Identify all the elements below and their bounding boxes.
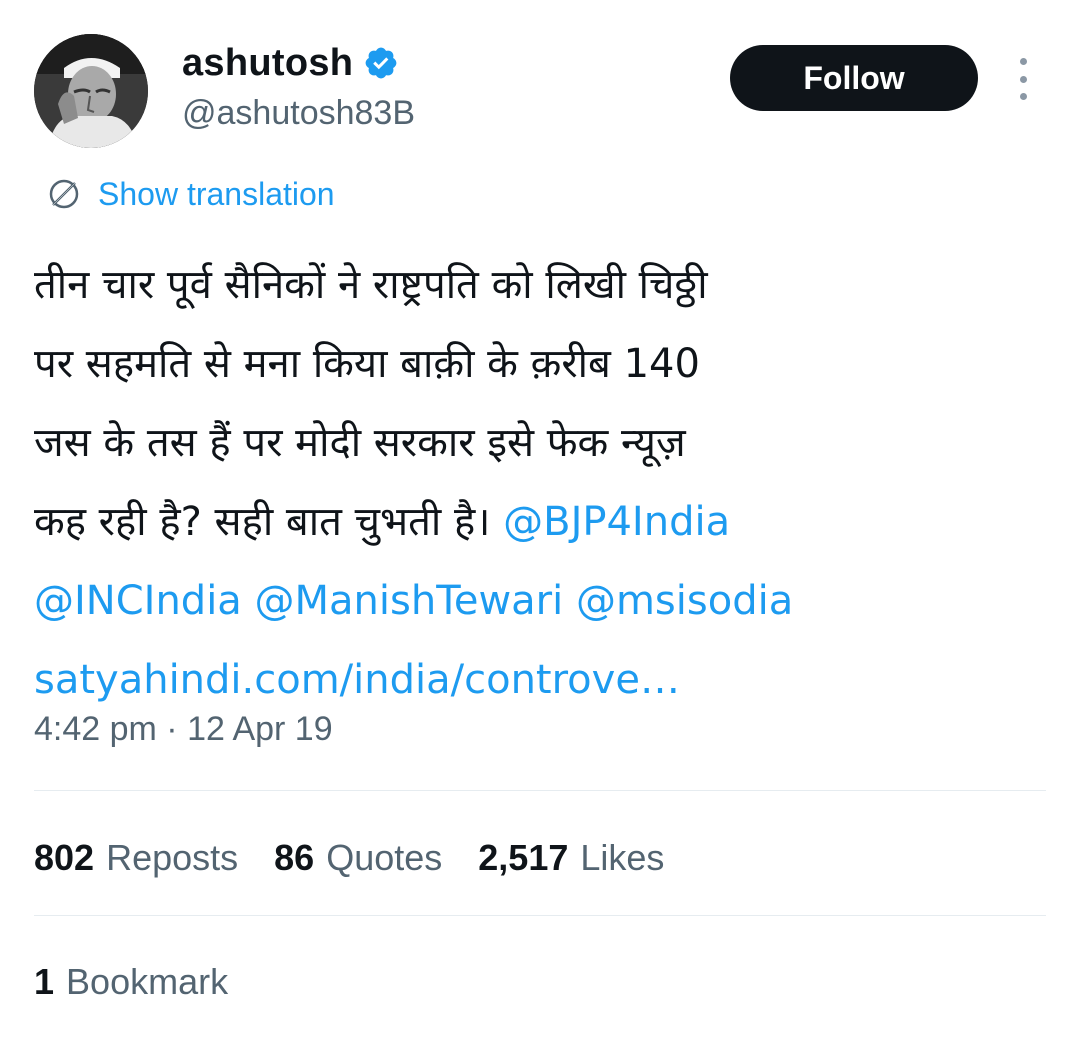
tweet-line: जस के तस हैं पर मोदी सरकार इसे फेक न्यूज… (34, 420, 686, 466)
more-options-icon[interactable] (1008, 58, 1038, 100)
bookmarks-label: Bookmark (66, 961, 229, 1002)
tweet-text: तीन चार पूर्व सैनिकों ने राष्ट्रपति को ल… (34, 246, 1044, 720)
follow-button[interactable]: Follow (730, 45, 978, 111)
tweet-line: पर सहमति से मना किया बाक़ी के क़रीब 140 (34, 341, 700, 387)
avatar[interactable] (34, 34, 148, 148)
tweet-header: ashutosh @ashutosh83B Follow (0, 0, 1080, 160)
mentions-line: @INCIndia @ManishTewari @msisodia (34, 562, 1044, 641)
author-name-row: ashutosh (182, 38, 399, 88)
link-line: satyahindi.com/india/controve… (34, 641, 1044, 720)
tweet-line: तीन चार पूर्व सैनिकों ने राष्ट्रपति को ल… (34, 262, 708, 308)
author-handle[interactable]: @ashutosh83B (182, 94, 415, 133)
likes-stat[interactable]: 2,517 Likes (478, 837, 664, 879)
engagement-stats: 802 Reposts 86 Quotes 2,517 Likes (34, 834, 700, 882)
tweet-line-with-mention: कह रही है? सही बात चुभती है। @BJP4India (34, 483, 1044, 562)
likes-count: 2,517 (478, 837, 569, 878)
translate-icon (49, 179, 79, 209)
likes-label: Likes (580, 837, 665, 878)
quotes-label: Quotes (326, 837, 443, 878)
portrait-avatar-icon (34, 34, 148, 148)
divider (34, 790, 1046, 791)
divider (34, 915, 1046, 916)
quotes-count: 86 (274, 837, 315, 878)
verified-badge-icon[interactable] (363, 45, 399, 81)
show-translation-label: Show translation (98, 175, 335, 212)
author-name[interactable]: ashutosh (182, 42, 353, 85)
mention-link[interactable]: @ManishTewari (255, 578, 564, 624)
reposts-label: Reposts (106, 837, 239, 878)
tweet-timestamp[interactable]: 4:42 pm · 12 Apr 19 (34, 710, 333, 749)
show-translation-button[interactable]: Show translation (46, 172, 335, 216)
reposts-stat[interactable]: 802 Reposts (34, 837, 238, 879)
bookmarks-count: 1 (34, 961, 55, 1002)
tweet-line-text: कह रही है? सही बात चुभती है। (34, 499, 491, 545)
article-link[interactable]: satyahindi.com/india/controve… (34, 657, 680, 703)
reposts-count: 802 (34, 837, 95, 878)
quotes-stat[interactable]: 86 Quotes (274, 837, 442, 879)
mention-link[interactable]: @BJP4India (503, 499, 730, 545)
mention-link[interactable]: @msisodia (576, 578, 793, 624)
bookmarks-stat[interactable]: 1 Bookmark (34, 958, 228, 1006)
mention-link[interactable]: @INCIndia (34, 578, 242, 624)
